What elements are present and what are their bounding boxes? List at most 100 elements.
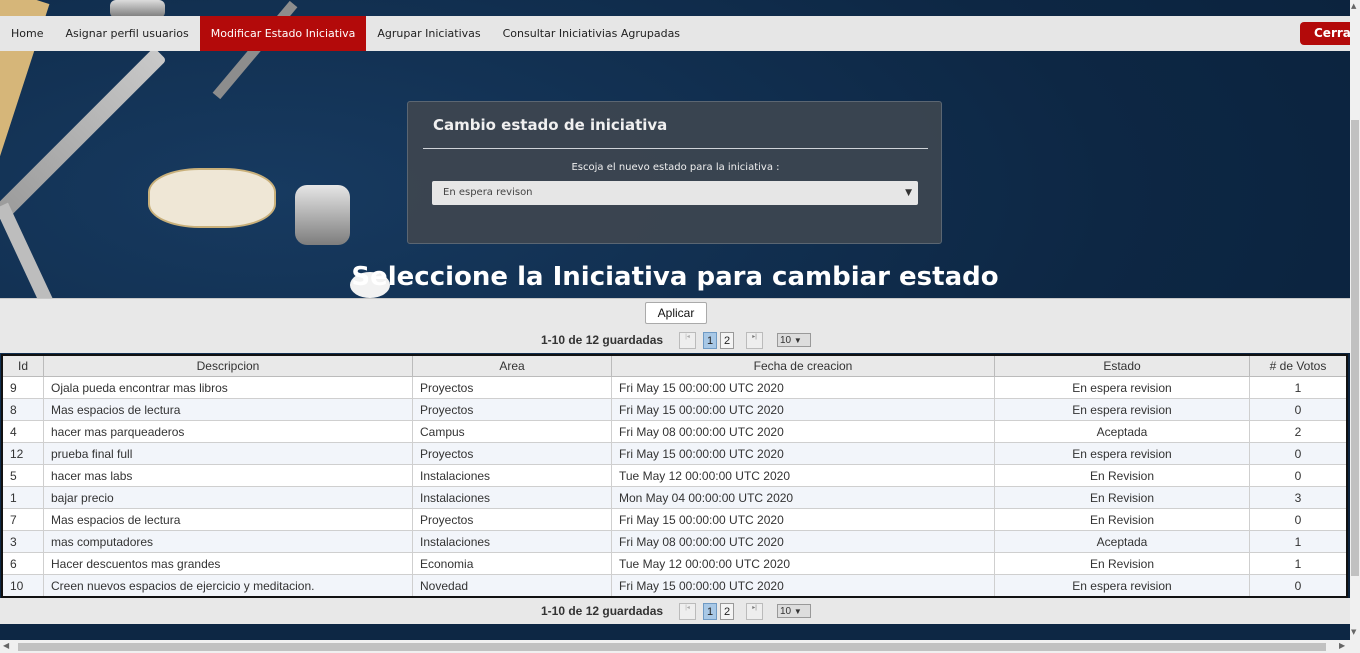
apply-button[interactable]: Aplicar xyxy=(645,302,707,324)
nav-modificar-estado[interactable]: Modificar Estado Iniciativa xyxy=(199,16,367,51)
clip-decoration xyxy=(295,185,350,245)
column-header-estado[interactable]: Estado xyxy=(994,354,1250,377)
tape-decoration xyxy=(148,168,276,228)
table-cell-id: 5 xyxy=(1,464,44,487)
table-cell-id: 10 xyxy=(1,574,44,598)
table-cell-estado: En Revision xyxy=(994,464,1250,487)
column-header-area[interactable]: Area xyxy=(412,354,612,377)
table-cell-fecha: Fri May 08 00:00:00 UTC 2020 xyxy=(611,420,995,443)
table-cell-estado: En Revision xyxy=(994,508,1250,531)
scroll-left-icon[interactable]: ◀ xyxy=(3,641,9,650)
table-row[interactable]: 9 Ojala pueda encontrar mas libros Proyect… xyxy=(1,376,1348,399)
page-1-button[interactable]: 1 xyxy=(703,603,717,620)
table-cell-id: 9 xyxy=(1,376,44,399)
table-cell-estado: En espera revision xyxy=(994,574,1250,598)
status-select-value: En espera revison xyxy=(443,187,533,198)
column-header-votos[interactable]: # de Votos xyxy=(1249,354,1348,377)
scroll-up-icon[interactable]: ▲ xyxy=(1351,2,1356,10)
table-cell-descripcion: mas computadores xyxy=(43,530,413,553)
pager-summary: 1-10 de 12 guardadas xyxy=(541,333,664,347)
column-header-descripcion[interactable]: Descripcion xyxy=(43,354,413,377)
scroll-right-icon[interactable]: ▶ xyxy=(1339,641,1345,650)
table-cell-descripcion: Hacer descuentos mas grandes xyxy=(43,552,413,575)
table-cell-votos: 0 xyxy=(1249,442,1348,465)
table-row[interactable]: 7 Mas espacios de lectura Proyectos Fri May… xyxy=(1,508,1348,531)
panel-divider xyxy=(423,148,928,149)
page-size-select[interactable]: 10 ▼ xyxy=(777,333,811,347)
table-row[interactable]: 8 Mas espacios de lectura Proyectos Fri May… xyxy=(1,398,1348,421)
table-row[interactable]: 3 mas computadores Instalaciones Fri May 08… xyxy=(1,530,1348,553)
table-cell-votos: 3 xyxy=(1249,486,1348,509)
page-heading: Seleccione la Iniciativa para cambiar es… xyxy=(0,262,1350,292)
table-header-row: Id Descripcion Area Fecha de creacion Es… xyxy=(1,354,1348,377)
table-row[interactable]: 6 Hacer descuentos mas grandes Economia Tue… xyxy=(1,552,1348,575)
table-cell-area: Proyectos xyxy=(412,442,612,465)
page-2-button[interactable]: 2 xyxy=(720,332,734,349)
nav-asignar-perfil[interactable]: Asignar perfil usuarios xyxy=(54,16,199,51)
table-row[interactable]: 12 prueba final full Proyectos Fri May 15 0… xyxy=(1,442,1348,465)
table-row[interactable]: 1 bajar precio Instalaciones Mon May 04 00:… xyxy=(1,486,1348,509)
table-cell-fecha: Fri May 15 00:00:00 UTC 2020 xyxy=(611,376,995,399)
first-page-icon[interactable]: |◂ xyxy=(679,332,696,349)
first-page-icon[interactable]: |◂ xyxy=(679,603,696,620)
table-cell-id: 3 xyxy=(1,530,44,553)
table-cell-fecha: Fri May 15 00:00:00 UTC 2020 xyxy=(611,442,995,465)
table-cell-fecha: Fri May 15 00:00:00 UTC 2020 xyxy=(611,508,995,531)
table-cell-id: 12 xyxy=(1,442,44,465)
table-cell-fecha: Mon May 04 00:00:00 UTC 2020 xyxy=(611,486,995,509)
table-cell-area: Proyectos xyxy=(412,376,612,399)
table-cell-votos: 0 xyxy=(1249,574,1348,598)
dropdown-arrow-icon: ▼ xyxy=(793,336,802,345)
page-2-button[interactable]: 2 xyxy=(720,603,734,620)
table-cell-descripcion: bajar precio xyxy=(43,486,413,509)
dropdown-arrow-icon: ▼ xyxy=(793,607,802,616)
table-cell-area: Novedad xyxy=(412,574,612,598)
table-cell-votos: 2 xyxy=(1249,420,1348,443)
page-size-value: 10 xyxy=(780,606,792,617)
nav-consultar-agrupadas[interactable]: Consultar Iniciativias Agrupadas xyxy=(492,16,691,51)
page-size-select[interactable]: 10 ▼ xyxy=(777,604,811,618)
table-cell-fecha: Tue May 12 00:00:00 UTC 2020 xyxy=(611,552,995,575)
column-header-id[interactable]: Id xyxy=(1,354,44,377)
table-cell-id: 4 xyxy=(1,420,44,443)
status-select[interactable]: En espera revison ▼ xyxy=(432,181,918,205)
logout-button[interactable]: Cerrar xyxy=(1300,22,1357,45)
last-page-icon[interactable]: ▸| xyxy=(746,603,763,620)
scroll-down-icon[interactable]: ▼ xyxy=(1351,628,1356,636)
apply-bar: Aplicar xyxy=(0,298,1350,328)
pager-bottom: 1-10 de 12 guardadas |◂ 1 2 ▸| 10 ▼ xyxy=(0,598,1350,624)
table-cell-fecha: Fri May 15 00:00:00 UTC 2020 xyxy=(611,574,995,598)
pager-summary: 1-10 de 12 guardadas xyxy=(541,604,664,618)
table-cell-descripcion: hacer mas parqueaderos xyxy=(43,420,413,443)
table-cell-estado: En Revision xyxy=(994,486,1250,509)
table-cell-fecha: Fri May 08 00:00:00 UTC 2020 xyxy=(611,530,995,553)
horizontal-scroll-thumb[interactable] xyxy=(18,643,1326,651)
table-cell-fecha: Fri May 15 00:00:00 UTC 2020 xyxy=(611,398,995,421)
last-page-icon[interactable]: ▸| xyxy=(746,332,763,349)
table-cell-estado: Aceptada xyxy=(994,530,1250,553)
status-select-label: Escoja el nuevo estado para la iniciativ… xyxy=(571,162,780,173)
table-cell-estado: En espera revision xyxy=(994,442,1250,465)
table-cell-id: 6 xyxy=(1,552,44,575)
table-cell-area: Proyectos xyxy=(412,398,612,421)
column-header-fecha[interactable]: Fecha de creacion xyxy=(611,354,995,377)
table-row[interactable]: 10 Creen nuevos espacios de ejercicio y m… xyxy=(1,574,1348,598)
table-row[interactable]: 4 hacer mas parqueaderos Campus Fri May 08 … xyxy=(1,420,1348,443)
panel-title: Cambio estado de iniciativa xyxy=(433,116,668,134)
table-cell-descripcion: prueba final full xyxy=(43,442,413,465)
table-cell-descripcion: Mas espacios de lectura xyxy=(43,508,413,531)
table-cell-area: Instalaciones xyxy=(412,464,612,487)
table-row[interactable]: 5 hacer mas labs Instalaciones Tue May 12 0… xyxy=(1,464,1348,487)
nav-agrupar[interactable]: Agrupar Iniciativas xyxy=(366,16,491,51)
vertical-scroll-thumb[interactable] xyxy=(1351,120,1359,576)
table-cell-area: Instalaciones xyxy=(412,486,612,509)
table-cell-votos: 0 xyxy=(1249,398,1348,421)
table-cell-area: Proyectos xyxy=(412,508,612,531)
page-1-button[interactable]: 1 xyxy=(703,332,717,349)
table-cell-area: Economia xyxy=(412,552,612,575)
nav-home[interactable]: Home xyxy=(0,16,54,51)
table-cell-estado: Aceptada xyxy=(994,420,1250,443)
initiatives-table: Id Descripcion Area Fecha de creacion Es… xyxy=(1,354,1348,598)
status-change-panel: Cambio estado de iniciativa Escoja el nu… xyxy=(407,101,942,244)
table-cell-descripcion: Mas espacios de lectura xyxy=(43,398,413,421)
